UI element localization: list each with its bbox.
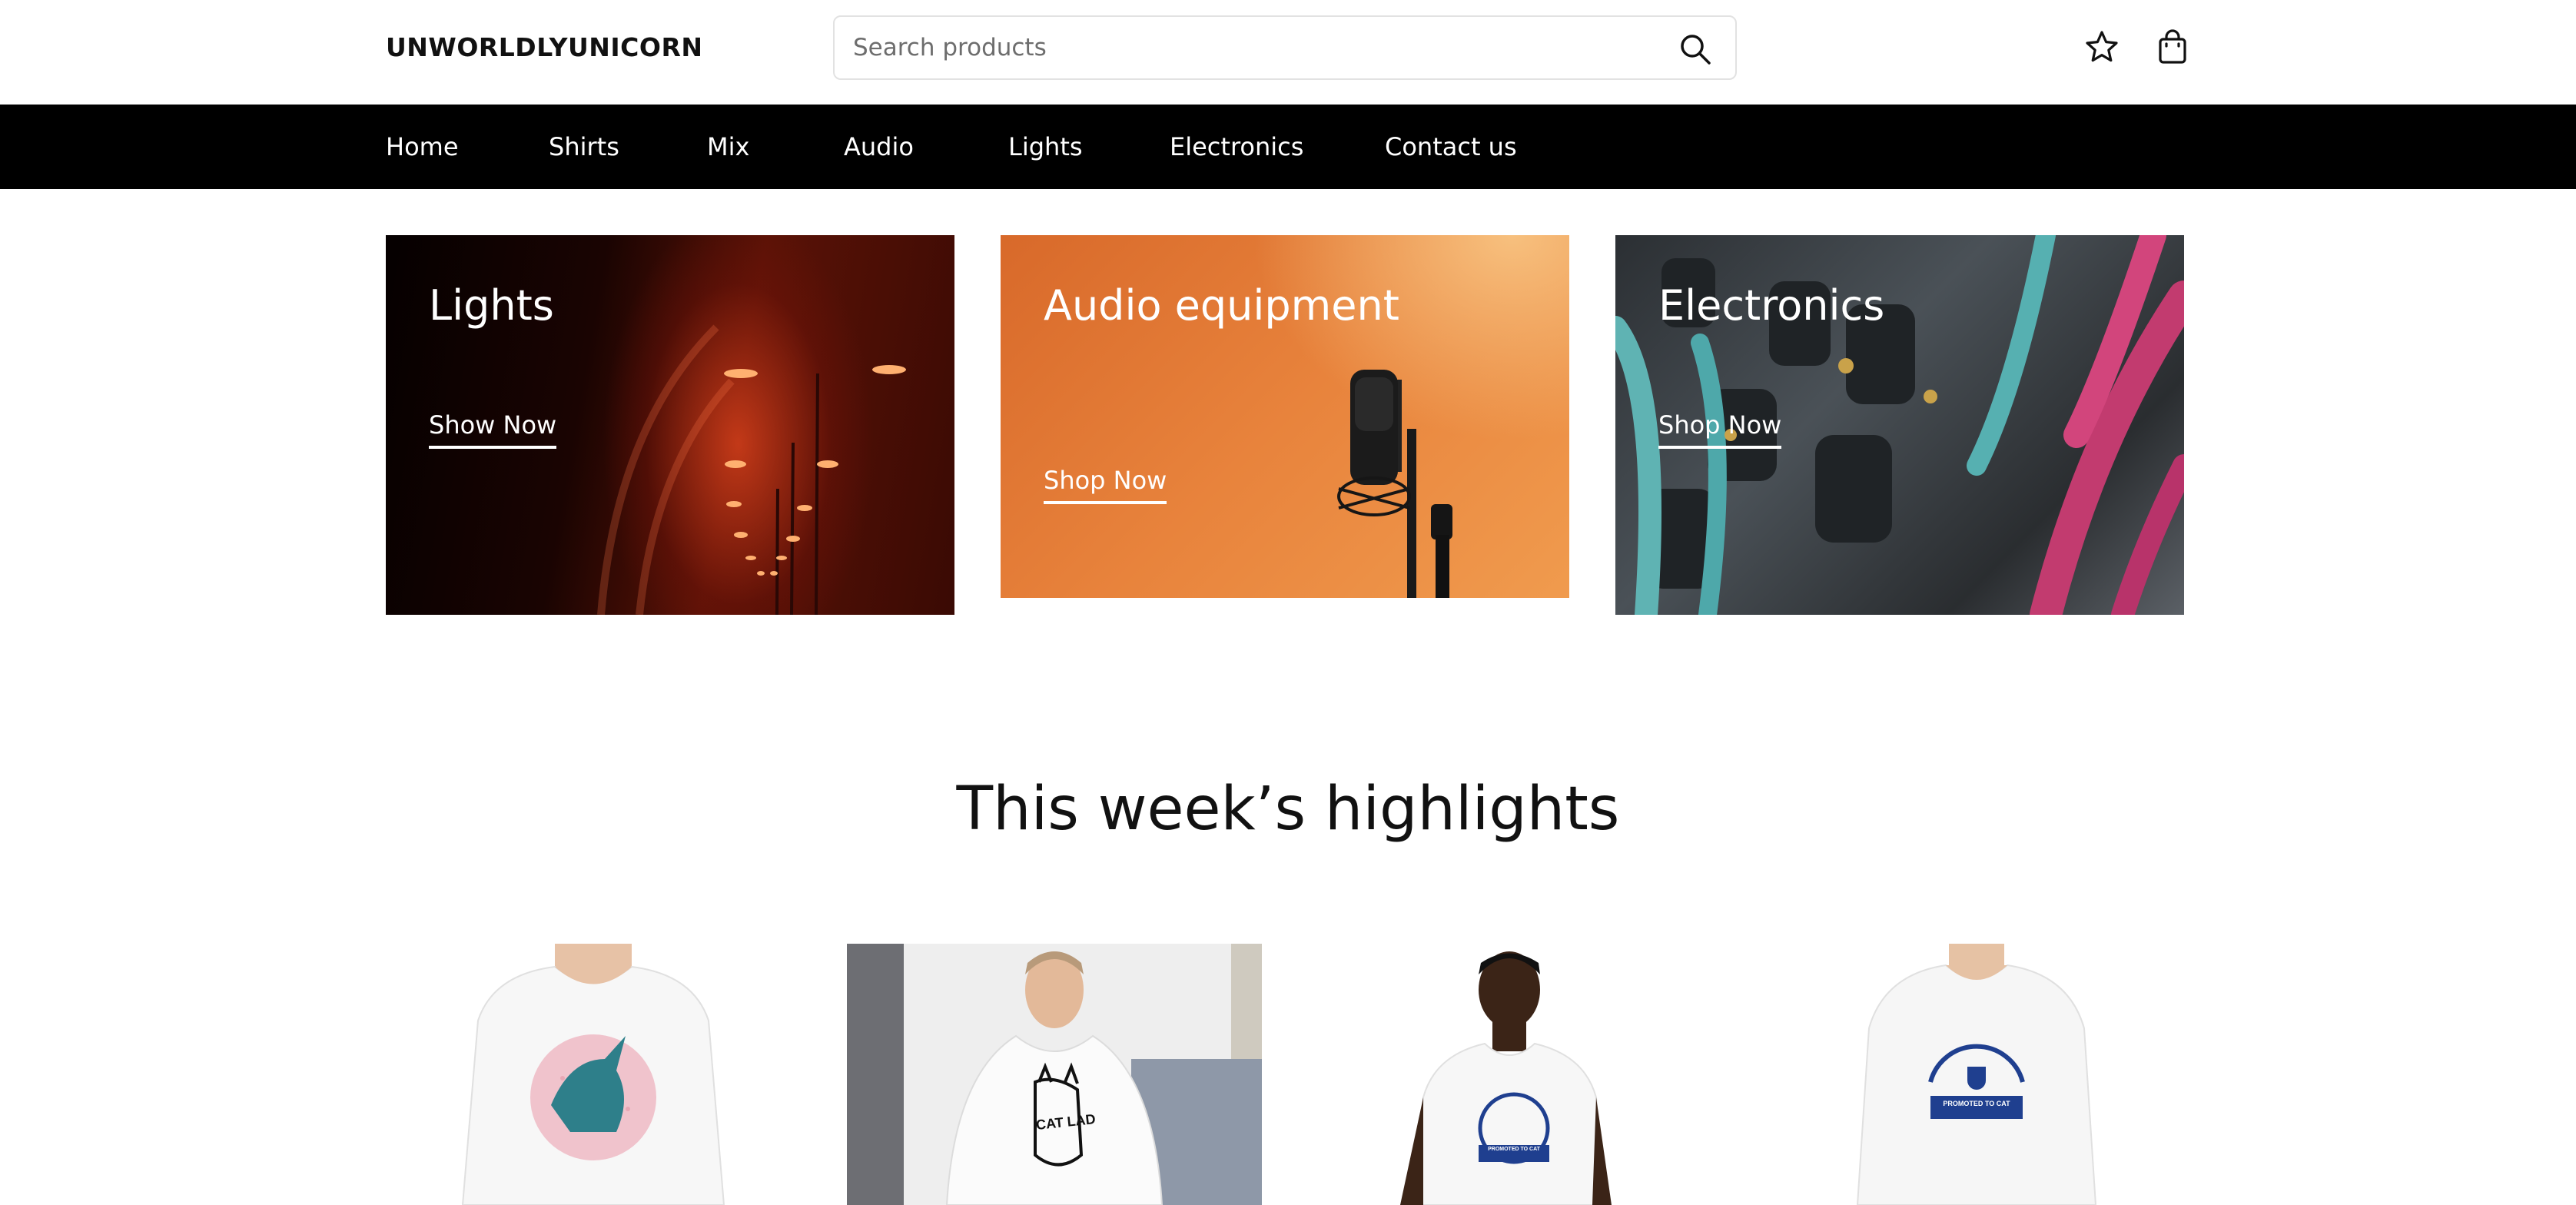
main-nav: Home Shirts Mix Audio Lights Electronics… [0, 105, 2576, 189]
banner-shop-now-link[interactable]: Shop Now [1044, 466, 1167, 504]
nav-item-shirts[interactable]: Shirts [549, 132, 619, 161]
section-title: This week’s highlights [956, 775, 1620, 844]
banner-title: Lights [429, 281, 554, 330]
tshirt-print-text: PROMOTED TO CAT [1488, 1147, 1540, 1152]
product-card[interactable] [386, 944, 801, 1205]
banner-lights[interactable]: Lights Show Now [386, 235, 954, 615]
nav-item-electronics[interactable]: Electronics [1170, 132, 1303, 161]
search-bar [833, 15, 1737, 80]
search-input[interactable] [853, 28, 1645, 68]
nav-item-lights[interactable]: Lights [1008, 132, 1083, 161]
star-icon[interactable] [2084, 29, 2120, 65]
shopping-bag-icon[interactable] [2155, 29, 2190, 65]
promoted-to-cat-tshirt-image [1400, 951, 1612, 1205]
search-icon[interactable] [1678, 32, 1712, 66]
unicorn-tshirt-image [461, 944, 725, 1205]
product-card[interactable]: PROMOTED TO CAT [1769, 944, 2184, 1205]
banner-title: Audio equipment [1044, 281, 1399, 330]
product-card[interactable]: PROMOTED TO CAT [1308, 944, 1723, 1205]
product-card[interactable]: CAT LAD [847, 944, 1262, 1205]
site-logo[interactable]: UNWORLDLYUNICORN [386, 32, 702, 62]
nav-item-contact-us[interactable]: Contact us [1385, 132, 1517, 161]
banner-show-now-link[interactable]: Show Now [429, 410, 557, 449]
nav-item-home[interactable]: Home [386, 132, 459, 161]
banner-shop-now-link[interactable]: Shop Now [1658, 410, 1782, 449]
cat-lad-hoodie-image [847, 944, 1262, 1205]
banner-audio[interactable]: Audio equipment Shop Now [1001, 235, 1569, 598]
site-header: UNWORLDLYUNICORN [0, 0, 2576, 105]
nav-item-audio[interactable]: Audio [844, 132, 914, 161]
banner-electronics[interactable]: Electronics Shop Now [1615, 235, 2184, 615]
promoted-to-cat-tshirt-image [1856, 944, 2097, 1205]
nav-item-mix[interactable]: Mix [707, 132, 749, 161]
banner-title: Electronics [1658, 281, 1885, 330]
tshirt-print-text: PROMOTED TO CAT [1943, 1100, 2010, 1107]
